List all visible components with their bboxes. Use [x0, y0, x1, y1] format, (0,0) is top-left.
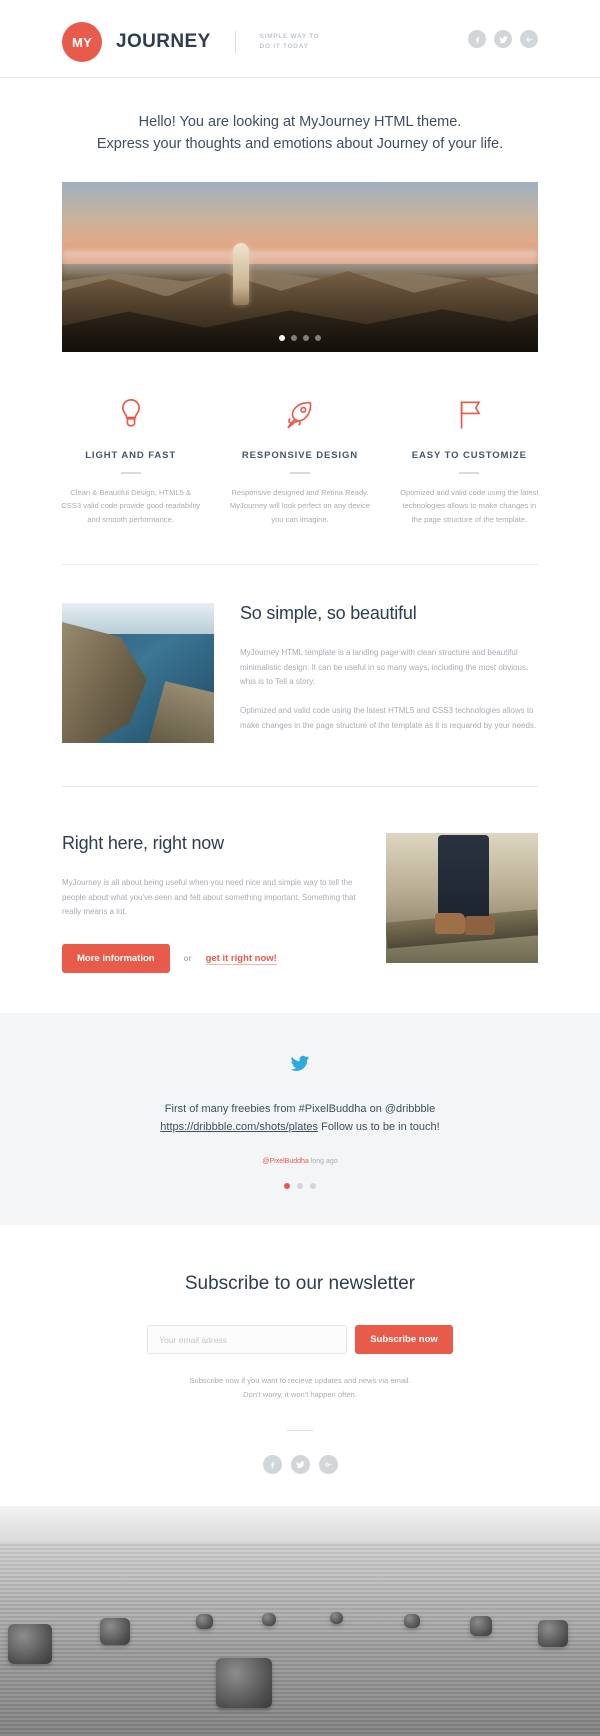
tweet-timestamp: long ago: [310, 1158, 338, 1166]
hero-dot-1[interactable]: [279, 334, 285, 341]
tweet-slider-dots: [62, 1183, 538, 1190]
flag-icon: [399, 394, 540, 436]
more-information-button[interactable]: More information: [62, 944, 170, 974]
tweet-link[interactable]: https://dribbble.com/shots/plates: [160, 1121, 318, 1133]
newsletter-note-line-2: Don't worry, it won't happen often.: [243, 1390, 357, 1399]
simple-section: So simple, so beautiful MyJourney HTML t…: [0, 565, 600, 748]
footer-photo-field: [0, 1542, 600, 1736]
feature-body: Responsive designed and Retina Ready. My…: [229, 487, 371, 524]
brand-tagline: SIMPLE WAY TO DO IT TODAY: [260, 32, 320, 52]
hay-bale: [262, 1612, 276, 1626]
feature-rule: [459, 471, 480, 474]
get-it-right-now-link[interactable]: get it right now!: [205, 953, 277, 965]
hay-bale: [8, 1623, 52, 1664]
simple-section-heading: So simple, so beautiful: [240, 602, 417, 623]
right-now-actions: More information or get it right now!: [62, 944, 360, 974]
simple-section-text: So simple, so beautiful MyJourney HTML t…: [240, 603, 538, 748]
newsletter-form: Subscribe now: [62, 1325, 538, 1355]
feature-responsive-design: RESPONSIVE DESIGN Responsive designed an…: [215, 394, 384, 526]
brand-divider: [234, 31, 236, 53]
feature-title: RESPONSIVE DESIGN: [241, 449, 359, 461]
hero-dot-2[interactable]: [291, 334, 297, 341]
simple-section-paragraph-1: MyJourney HTML template is a landing pag…: [240, 647, 529, 687]
newsletter-heading: Subscribe to our newsletter: [184, 1273, 416, 1295]
google-plus-icon[interactable]: [318, 1454, 338, 1474]
feature-body: Clean & Beautiful Design, HTML5 & CSS3 v…: [61, 487, 201, 524]
tweet-text-after: Follow us to be in touch!: [321, 1120, 440, 1133]
tweet-dot-2[interactable]: [297, 1183, 303, 1190]
feature-light-and-fast: LIGHT AND FAST Clean & Beautiful Design,…: [46, 394, 215, 526]
feature-easy-to-customize: EASY TO CUSTOMIZE Optimized and valid co…: [385, 394, 554, 526]
footer-photo-sky: [0, 1505, 600, 1543]
hero-slider[interactable]: [62, 181, 538, 352]
right-now-paragraph: MyJourney is all about being useful when…: [62, 877, 356, 917]
hay-bale: [538, 1619, 568, 1647]
hero-figure: [233, 243, 250, 306]
hay-bale: [196, 1613, 213, 1629]
right-now-text: Right here, right now MyJourney is all a…: [62, 832, 360, 974]
or-label: or: [183, 954, 192, 964]
tweet-dot-3[interactable]: [310, 1183, 316, 1190]
facebook-icon[interactable]: [468, 30, 486, 48]
twitter-icon[interactable]: [290, 1454, 310, 1474]
right-now-section: Right here, right now MyJourney is all a…: [0, 787, 600, 974]
feature-rule: [120, 471, 141, 474]
hero-dot-4[interactable]: [315, 334, 321, 341]
photo-legs: [437, 835, 490, 922]
brand-name: JOURNEY: [116, 31, 211, 52]
google-plus-icon[interactable]: [520, 30, 538, 48]
features-row: LIGHT AND FAST Clean & Beautiful Design,…: [0, 352, 600, 526]
hay-bale: [470, 1615, 492, 1636]
hay-bale: [216, 1657, 272, 1708]
intro-line-1: Hello! You are looking at MyJourney HTML…: [138, 114, 462, 130]
tweet-dot-1[interactable]: [284, 1183, 290, 1190]
tweet-body: First of many freebies from #PixelBuddha…: [62, 1101, 538, 1136]
hero-clouds: [62, 249, 538, 278]
footer-photo: [0, 1505, 600, 1736]
intro-copy: Hello! You are looking at MyJourney HTML…: [0, 78, 600, 182]
hero-slider-wrap: [0, 181, 600, 352]
hay-bale: [330, 1611, 343, 1624]
feature-title: EASY TO CUSTOMIZE: [411, 449, 527, 461]
photo-boot-left: [434, 913, 466, 935]
hero-slider-dots: [62, 334, 538, 341]
coastal-cliff-photo: [62, 602, 214, 743]
logo-badge: MY: [62, 22, 102, 62]
twitter-icon[interactable]: [494, 30, 512, 48]
tweet-section: First of many freebies from #PixelBuddha…: [0, 1013, 600, 1226]
hero-dot-3[interactable]: [303, 334, 309, 341]
facebook-icon[interactable]: [262, 1454, 282, 1474]
right-now-heading: Right here, right now: [62, 832, 224, 853]
subscribe-now-button[interactable]: Subscribe now: [355, 1325, 453, 1355]
photo-boot-right: [465, 915, 496, 936]
header-social-links: [468, 22, 538, 48]
newsletter-section: Subscribe to our newsletter Subscribe no…: [0, 1225, 600, 1474]
rocket-icon: [229, 394, 370, 436]
footer-rule: [287, 1429, 313, 1431]
twitter-bird-icon: [62, 1053, 538, 1073]
hiking-boots-photo: [386, 832, 538, 963]
page-header: MY JOURNEY SIMPLE WAY TO DO IT TODAY: [0, 0, 600, 78]
footer-social-links: [62, 1454, 538, 1474]
brand-tagline-line-1: SIMPLE WAY TO: [259, 33, 320, 41]
tweet-handle[interactable]: @PixelBuddha: [262, 1158, 308, 1165]
brand-tagline-line-2: DO IT TODAY: [259, 43, 309, 50]
feature-rule: [289, 471, 310, 474]
simple-section-paragraph-2: Optimized and valid code using the lates…: [240, 706, 537, 730]
intro-line-2: Express your thoughts and emotions about…: [96, 136, 504, 153]
newsletter-note-line-1: Subscribe now if you want to recieve upd…: [189, 1376, 411, 1386]
tweet-text-before: First of many freebies from #PixelBuddha…: [164, 1103, 436, 1116]
brand-lockup[interactable]: MY JOURNEY SIMPLE WAY TO DO IT TODAY: [62, 22, 320, 62]
hay-bale: [404, 1613, 420, 1628]
feature-title: LIGHT AND FAST: [85, 449, 177, 461]
email-field[interactable]: [147, 1325, 348, 1355]
hay-bale: [100, 1617, 130, 1645]
lightbulb-icon: [60, 394, 201, 436]
feature-body: Optimized and valid code using the lates…: [400, 487, 539, 524]
newsletter-note: Subscribe now if you want to recieve upd…: [62, 1374, 538, 1401]
email-template-page: MY JOURNEY SIMPLE WAY TO DO IT TODAY Hel…: [0, 0, 600, 1736]
tweet-meta: @PixelBuddha long ago: [62, 1158, 538, 1165]
